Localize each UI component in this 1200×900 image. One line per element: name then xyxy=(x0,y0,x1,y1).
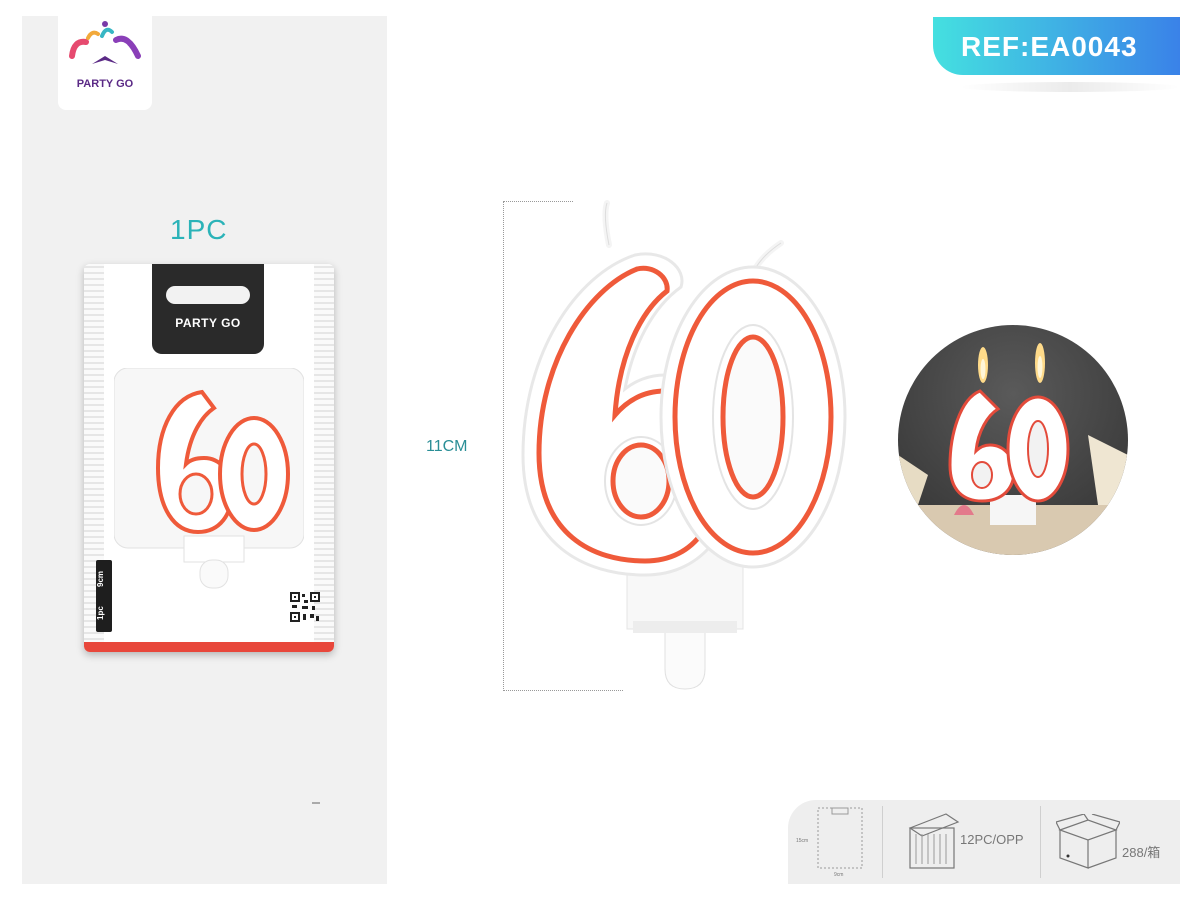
display-box-icon xyxy=(908,813,960,869)
package-width: 9cm xyxy=(834,872,844,878)
blister-bottom-stripe xyxy=(84,642,334,652)
blister-candle-image xyxy=(114,368,304,589)
reference-tag: REF:EA0043 xyxy=(933,17,1180,75)
reference-code: REF:EA0043 xyxy=(961,31,1138,62)
info-divider xyxy=(1040,806,1041,878)
packaging-panel: PARTY GO 1PC PARTY GO 9cm 1pc xyxy=(22,16,387,884)
carton-quantity: 288/箱 xyxy=(1122,845,1161,860)
blister-dimension-icon xyxy=(817,807,863,869)
blister-brand: PARTY GO xyxy=(175,316,241,330)
blister-side-size: 9cm xyxy=(96,571,105,588)
candle-product-image xyxy=(521,200,847,690)
blister-side-label: 9cm 1pc xyxy=(96,560,112,632)
inner-pack-quantity: 12PC/OPP xyxy=(960,832,1024,847)
package-height: 15cm xyxy=(796,838,809,844)
logo-text: PARTY GO xyxy=(76,78,134,90)
shipping-box-icon xyxy=(1056,814,1120,869)
party-go-logo-icon xyxy=(69,21,141,64)
brand-logo: PARTY GO xyxy=(58,16,152,110)
reference-tag-shadow xyxy=(960,82,1180,92)
packaging-info-bar: 15cm 9cm 12PC/OPP 288/箱 xyxy=(788,800,1180,884)
lit-candle-photo xyxy=(898,343,1128,555)
quantity-label: 1PC xyxy=(170,214,228,245)
divider-mark xyxy=(312,802,320,804)
blister-header: PARTY GO xyxy=(152,264,264,354)
hang-hole xyxy=(166,286,250,304)
blister-pack: PARTY GO 9cm 1pc xyxy=(84,264,334,652)
blister-side-qty: 1pc xyxy=(96,606,105,620)
lifestyle-photo xyxy=(898,325,1128,555)
dimension-line xyxy=(503,201,504,691)
dimension-height-label: 11CM xyxy=(426,438,468,455)
qr-code-icon xyxy=(290,592,320,622)
info-divider xyxy=(882,806,883,878)
